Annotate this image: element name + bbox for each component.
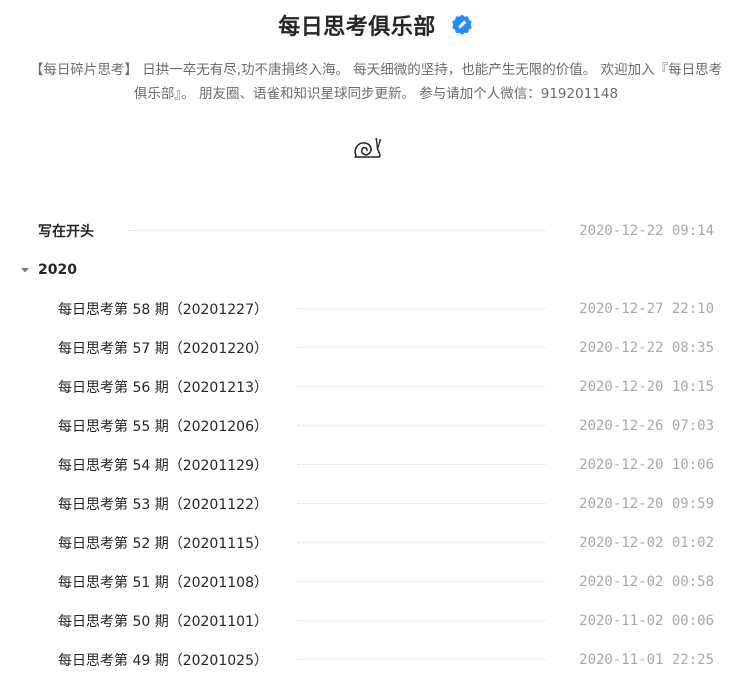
- toc-item-label[interactable]: 每日思考第 54 期（20201129）: [58, 455, 268, 475]
- toc-row-intro[interactable]: 写在开头 2020-12-22 09:14: [0, 211, 752, 250]
- toc-item-label[interactable]: 每日思考第 58 期（20201227）: [58, 299, 268, 319]
- toc-row[interactable]: 每日思考第 58 期（20201227） 2020-12-27 22:10: [0, 289, 752, 328]
- dotted-leader: [298, 542, 546, 543]
- book-description: 【每日碎片思考】 日拱一卒无有尽,功不唐捐终入海。 每天细微的坚持，也能产生无限…: [29, 62, 723, 102]
- toc-item-label[interactable]: 每日思考第 53 期（20201122）: [58, 494, 268, 514]
- dotted-leader: [298, 503, 546, 504]
- toc-row[interactable]: 每日思考第 57 期（20201220） 2020-12-22 08:35: [0, 328, 752, 367]
- toc-row[interactable]: 每日思考第 51 期（20201108） 2020-12-02 00:58: [0, 562, 752, 601]
- title-wrap: 每日思考俱乐部: [278, 8, 474, 42]
- toc-item-time: 2020-11-02 00:06: [579, 612, 714, 629]
- toc-row[interactable]: 每日思考第 49 期（20201025） 2020-11-01 22:25: [0, 640, 752, 679]
- toc-item-time: 2020-12-02 00:58: [579, 573, 714, 590]
- dotted-leader: [128, 230, 546, 231]
- verified-pen-badge-icon: [452, 14, 472, 35]
- book-header: 每日思考俱乐部: [0, 8, 752, 42]
- toc-item-label[interactable]: 每日思考第 56 期（20201213）: [58, 377, 268, 397]
- dotted-leader: [298, 659, 546, 660]
- toc-item-time: 2020-12-20 10:06: [579, 456, 714, 473]
- toc-item-time: 2020-12-20 09:59: [579, 495, 714, 512]
- page-title: 每日思考俱乐部: [278, 15, 436, 40]
- toc-item-label[interactable]: 每日思考第 50 期（20201101）: [58, 611, 268, 631]
- toc-item-time: 2020-11-01 22:25: [579, 651, 714, 668]
- caret-down-icon[interactable]: [20, 265, 30, 275]
- toc-item-time: 2020-12-02 01:02: [579, 534, 714, 551]
- toc-item-time: 2020-12-20 10:15: [579, 378, 714, 395]
- toc-item-label[interactable]: 每日思考第 52 期（20201115）: [58, 533, 268, 553]
- dotted-leader: [298, 347, 546, 348]
- dotted-leader: [298, 386, 546, 387]
- dotted-leader: [298, 464, 546, 465]
- toc-item-label[interactable]: 每日思考第 51 期（20201108）: [58, 572, 268, 592]
- toc-item-label[interactable]: 每日思考第 55 期（20201206）: [58, 416, 268, 436]
- toc-row[interactable]: 每日思考第 56 期（20201213） 2020-12-20 10:15: [0, 367, 752, 406]
- dotted-leader: [298, 620, 546, 621]
- toc-row[interactable]: 每日思考第 55 期（20201206） 2020-12-26 07:03: [0, 406, 752, 445]
- toc-item-label[interactable]: 每日思考第 57 期（20201220）: [58, 338, 268, 358]
- dotted-leader: [298, 308, 546, 309]
- toc-item-label[interactable]: 写在开头: [38, 221, 94, 241]
- toc-row[interactable]: 每日思考第 53 期（20201122） 2020-12-20 09:59: [0, 484, 752, 523]
- toc-row[interactable]: 每日思考第 54 期（20201129） 2020-12-20 10:06: [0, 445, 752, 484]
- toc-group-label[interactable]: 2020: [38, 262, 77, 278]
- toc-group-2020[interactable]: 2020: [0, 250, 752, 289]
- table-of-contents: 写在开头 2020-12-22 09:14 2020 每日思考第 58 期（20…: [0, 211, 752, 679]
- toc-item-time: 2020-12-22 09:14: [579, 222, 714, 239]
- toc-item-label[interactable]: 每日思考第 49 期（20201025）: [58, 650, 268, 670]
- toc-item-time: 2020-12-26 07:03: [579, 417, 714, 434]
- toc-row[interactable]: 每日思考第 50 期（20201101） 2020-11-02 00:06: [0, 601, 752, 640]
- toc-item-time: 2020-12-22 08:35: [579, 339, 714, 356]
- dotted-leader: [298, 425, 546, 426]
- dotted-leader: [298, 581, 546, 582]
- toc-row[interactable]: 每日思考第 52 期（20201115） 2020-12-02 01:02: [0, 523, 752, 562]
- snail-icon: [354, 138, 382, 158]
- toc-item-time: 2020-12-27 22:10: [579, 300, 714, 317]
